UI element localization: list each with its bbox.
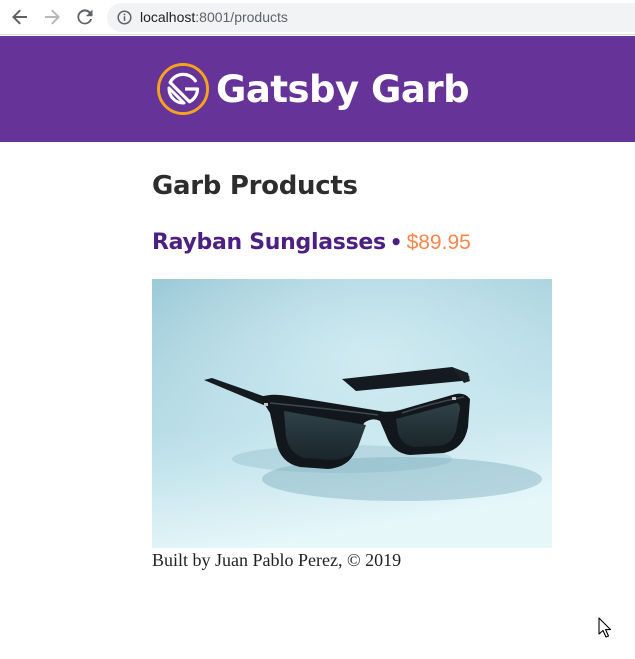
product-name-link[interactable]: Rayban Sunglasses [152,230,386,255]
sunglasses-photo [152,279,552,548]
gatsby-logo-icon [157,63,209,115]
address-bar[interactable]: localhost:8001/products [107,3,635,32]
separator-dot: • [389,230,403,254]
url-path: :8001/products [195,9,288,25]
url-host: localhost [140,9,196,25]
mouse-cursor-icon [598,617,612,638]
info-icon[interactable] [117,10,132,25]
page-title: Garb Products [152,171,358,201]
arrow-left-icon[interactable] [9,6,31,28]
arrow-right-icon[interactable] [41,6,63,28]
url-text[interactable]: localhost:8001/products [140,9,288,26]
footer-text: Built by Juan Pablo Perez, © 2019 [152,550,402,570]
product-heading: Rayban Sunglasses • $89.95 [152,227,471,260]
home-link[interactable]: Gatsby Garb [156,60,470,118]
product-price: $89.95 [406,231,471,254]
site-header: Gatsby Garb [0,36,635,142]
browser-toolbar: localhost:8001/products [0,0,635,35]
reload-icon[interactable] [74,6,96,28]
site-title: Gatsby Garb [216,67,470,111]
